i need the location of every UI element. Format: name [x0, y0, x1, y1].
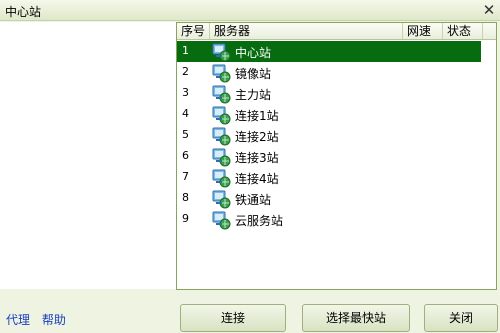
- server-name: 云服务站: [235, 214, 284, 228]
- server-row[interactable]: 2 镜像站: [177, 62, 481, 83]
- server-name: 镜像站: [235, 67, 272, 81]
- connect-button[interactable]: 连接: [180, 304, 286, 332]
- row-number: 7: [182, 170, 189, 183]
- column-header-status[interactable]: 状态: [443, 23, 483, 39]
- select-fastest-button[interactable]: 选择最快站: [302, 304, 410, 332]
- server-row[interactable]: 8 铁通站: [177, 188, 481, 209]
- server-icon: [212, 127, 231, 146]
- server-name: 连接1站: [235, 109, 279, 123]
- row-number: 9: [182, 212, 189, 225]
- row-number: 5: [182, 128, 189, 141]
- row-number: 3: [182, 86, 189, 99]
- row-number: 6: [182, 149, 189, 162]
- server-rows: 1 中心站 2 镜像站 3 主力站 4 连接1站 5 连接2站 6 连接3站 7…: [177, 41, 481, 230]
- server-row[interactable]: 1 中心站: [177, 41, 481, 62]
- server-row[interactable]: 3 主力站: [177, 83, 481, 104]
- server-icon: [212, 106, 231, 125]
- server-name: 连接2站: [235, 130, 279, 144]
- server-name: 铁通站: [235, 193, 272, 207]
- server-name: 连接3站: [235, 151, 279, 165]
- proxy-link[interactable]: 代理: [6, 313, 30, 327]
- row-number: 8: [182, 191, 189, 204]
- server-row[interactable]: 4 连接1站: [177, 104, 481, 125]
- left-panel: [0, 22, 176, 289]
- help-link[interactable]: 帮助: [42, 313, 66, 327]
- server-icon: [212, 148, 231, 167]
- column-header-speed[interactable]: 网速: [403, 23, 443, 39]
- list-header: 序号 服务器 网速 状态: [177, 23, 496, 40]
- server-icon: [212, 190, 231, 209]
- server-list[interactable]: 序号 服务器 网速 状态 1 中心站 2 镜像站 3 主力站 4 连接1站 5 …: [176, 22, 497, 290]
- row-number: 2: [182, 65, 189, 78]
- close-button[interactable]: 关闭: [424, 304, 498, 332]
- close-icon[interactable]: ✕: [480, 1, 498, 19]
- row-number: 1: [182, 44, 189, 57]
- server-name: 主力站: [235, 88, 272, 102]
- server-row[interactable]: 7 连接4站: [177, 167, 481, 188]
- column-header-server[interactable]: 服务器: [210, 23, 403, 39]
- window-title: 中心站: [5, 5, 42, 19]
- server-name: 连接4站: [235, 172, 279, 186]
- column-header-number[interactable]: 序号: [177, 23, 210, 39]
- server-row[interactable]: 5 连接2站: [177, 125, 481, 146]
- row-number: 4: [182, 107, 189, 120]
- server-icon: [212, 211, 231, 230]
- bottom-links: 代理 帮助: [6, 311, 74, 328]
- server-row[interactable]: 9 云服务站: [177, 209, 481, 230]
- server-row[interactable]: 6 连接3站: [177, 146, 481, 167]
- server-name: 中心站: [235, 46, 272, 60]
- server-icon: [212, 169, 231, 188]
- server-icon: [212, 43, 231, 62]
- server-icon: [212, 85, 231, 104]
- title-bar: 中心站 ✕: [0, 0, 500, 21]
- server-icon: [212, 64, 231, 83]
